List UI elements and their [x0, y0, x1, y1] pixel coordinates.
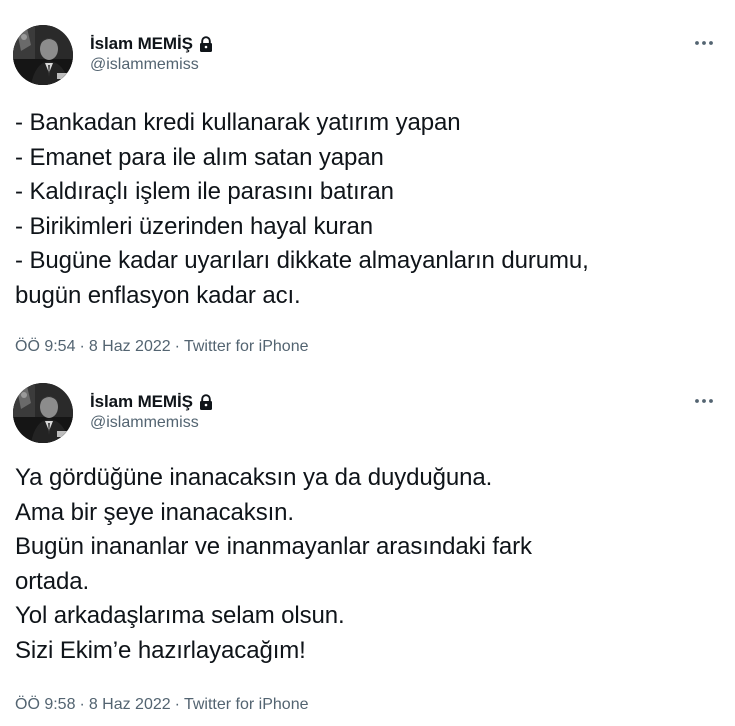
tweet[interactable]: İslam MEMİŞ @islammemiss Ya gördüğüne in… — [0, 365, 735, 726]
tweet-text-line: Yol arkadaşlarıma selam olsun. — [15, 602, 345, 629]
tweet-text-line: - Bugüne kadar uyarıları dikkate almayan… — [15, 247, 589, 274]
tweet-metadata: ÖÖ 9:58 · 8 Haz 2022 · Twitter for iPhone — [15, 696, 308, 714]
separator: · — [79, 338, 85, 355]
tweet-text-line: - Birikimleri üzerinden hayal kuran — [15, 212, 373, 240]
tweet-text-line: Ama bir şeye inanacaksın. — [15, 498, 294, 526]
tweet-time[interactable]: ÖÖ 9:58 — [15, 696, 75, 713]
lock-icon — [197, 35, 215, 53]
lock-icon — [197, 393, 215, 411]
display-name[interactable]: İslam MEMİŞ — [90, 34, 193, 54]
more-horizontal-icon[interactable] — [693, 32, 715, 54]
separator: · — [79, 696, 85, 713]
tweet-time[interactable]: ÖÖ 9:54 — [15, 338, 75, 355]
tweet-text-line: Sizi Ekim’e hazırlayacağım! — [15, 636, 306, 664]
tweet-metadata: ÖÖ 9:54 · 8 Haz 2022 · Twitter for iPhone — [15, 338, 308, 356]
tweet-text-line: ortada. — [15, 567, 90, 595]
tweet-source[interactable]: Twitter for iPhone — [184, 338, 309, 355]
name-row: İslam MEMİŞ — [90, 33, 215, 55]
tweet-text-line: Ya gördüğüne inanacaksın ya da duyduğuna… — [15, 464, 493, 491]
display-name[interactable]: İslam MEMİŞ — [90, 392, 193, 412]
author-info[interactable]: İslam MEMİŞ @islammemiss — [90, 391, 215, 432]
avatar[interactable] — [13, 383, 73, 443]
separator: · — [174, 696, 180, 713]
author-info[interactable]: İslam MEMİŞ @islammemiss — [90, 33, 215, 74]
more-horizontal-icon[interactable] — [693, 390, 715, 412]
handle[interactable]: @islammemiss — [90, 414, 215, 432]
tweet-source[interactable]: Twitter for iPhone — [184, 696, 309, 713]
avatar[interactable] — [13, 25, 73, 85]
tweet-text-line: - Kaldıraçlı işlem ile parasını batıran — [15, 178, 394, 205]
avatar-photo — [13, 25, 73, 85]
tweet-text: Ya gördüğüne inanacaksın ya da duyduğuna… — [15, 461, 720, 668]
tweet-text: - Bankadan kredi kullanarak yatırım yapa… — [15, 106, 720, 313]
tweet[interactable]: İslam MEMİŞ @islammemiss - Bankadan kred… — [0, 0, 735, 365]
tweet-date[interactable]: 8 Haz 2022 — [89, 338, 171, 355]
tweet-date[interactable]: 8 Haz 2022 — [89, 696, 171, 713]
separator: · — [174, 338, 180, 355]
avatar-photo — [13, 383, 73, 443]
tweet-text-line: - Emanet para ile alım satan yapan — [15, 143, 384, 171]
tweet-text-line: Bugün inananlar ve inanmayanlar arasında… — [15, 533, 532, 560]
handle[interactable]: @islammemiss — [90, 56, 215, 74]
tweet-text-line: - Bankadan kredi kullanarak yatırım yapa… — [15, 109, 461, 136]
tweet-text-line: bugün enflasyon kadar acı. — [15, 281, 301, 309]
name-row: İslam MEMİŞ — [90, 391, 215, 413]
